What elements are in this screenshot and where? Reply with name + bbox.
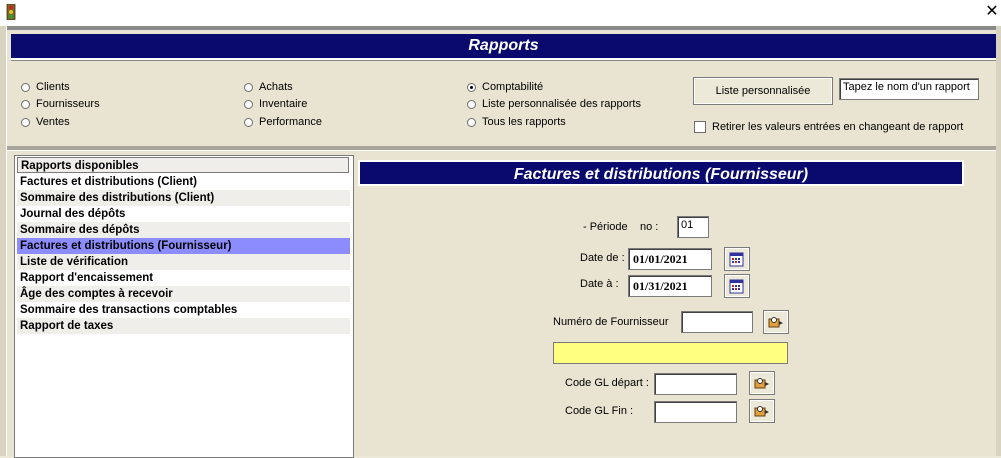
- date-from-input[interactable]: 01/01/2021: [628, 248, 712, 270]
- calendar-icon: [729, 252, 744, 267]
- radio-indicator: [467, 117, 476, 127]
- page-title: Rapports: [11, 34, 996, 60]
- custom-list-button[interactable]: Liste personnalisée: [693, 77, 833, 105]
- list-item-selected[interactable]: Factures et distributions (Fournisseur): [17, 238, 350, 254]
- report-name-input[interactable]: Tapez le nom d'un rapport: [839, 78, 979, 100]
- period-no-label: no :: [640, 221, 659, 233]
- traffic-light-icon: [6, 3, 16, 21]
- radio-performance[interactable]: Performance: [244, 115, 322, 129]
- radio-indicator-selected: [467, 82, 476, 92]
- radio-indicator: [21, 82, 30, 92]
- frame-left-border: [0, 26, 7, 456]
- report-title: Factures et distributions (Fournisseur): [358, 160, 964, 186]
- title-bar: [0, 0, 1001, 26]
- radio-comptabilite[interactable]: Comptabilité: [467, 80, 543, 94]
- date-to-input[interactable]: 01/31/2021: [628, 275, 712, 297]
- list-item[interactable]: Rapport de taxes: [17, 318, 350, 334]
- radio-inventaire[interactable]: Inventaire: [244, 97, 307, 111]
- radio-achats[interactable]: Achats: [244, 80, 293, 94]
- list-item[interactable]: Sommaire des dépôts: [17, 222, 350, 238]
- radio-ventes[interactable]: Ventes: [21, 115, 70, 129]
- lookup-icon: [754, 378, 769, 389]
- frame-top-border: [0, 26, 1001, 30]
- supplier-lookup-button[interactable]: [763, 310, 789, 334]
- checkbox-label: Retirer les valeurs entrées en changeant…: [712, 121, 964, 133]
- gl-end-input[interactable]: [654, 401, 737, 423]
- date-to-calendar-button[interactable]: [724, 274, 750, 298]
- calendar-icon: [729, 279, 744, 294]
- lookup-icon: [754, 406, 769, 417]
- gl-start-label: Code GL départ :: [565, 377, 649, 389]
- radio-indicator: [244, 99, 253, 109]
- radio-fournisseurs[interactable]: Fournisseurs: [21, 97, 100, 111]
- frame-right-border: [996, 26, 1001, 456]
- close-icon[interactable]: ✕: [983, 2, 1001, 20]
- radio-indicator: [467, 99, 476, 109]
- radio-indicator: [244, 117, 253, 127]
- clear-values-checkbox[interactable]: Retirer les valeurs entrées en changeant…: [694, 121, 963, 133]
- list-item[interactable]: Factures et distributions (Client): [17, 174, 350, 190]
- period-label: - Période: [583, 221, 628, 233]
- gl-end-lookup-button[interactable]: [749, 399, 775, 423]
- supplier-label: Numéro de Fournisseur: [553, 316, 669, 328]
- gl-start-input[interactable]: [654, 373, 737, 395]
- date-from-label: Date de :: [580, 252, 625, 264]
- list-item[interactable]: Rapport d'encaissement: [17, 270, 350, 286]
- lookup-icon: [768, 317, 783, 328]
- radio-indicator: [21, 117, 30, 127]
- list-item[interactable]: Sommaire des distributions (Client): [17, 190, 350, 206]
- radio-indicator: [21, 99, 30, 109]
- list-item[interactable]: Âge des comptes à recevoir: [17, 286, 350, 302]
- section-separator: [7, 146, 996, 151]
- supplier-name-display: [553, 342, 788, 364]
- supplier-input[interactable]: [681, 311, 753, 333]
- list-item[interactable]: Liste de vérification: [17, 254, 350, 270]
- date-to-label: Date à :: [580, 278, 619, 290]
- checkbox-box: [694, 121, 706, 133]
- date-from-calendar-button[interactable]: [724, 247, 750, 271]
- gl-start-lookup-button[interactable]: [749, 371, 775, 395]
- radio-tous-les-rapports[interactable]: Tous les rapports: [467, 115, 566, 129]
- list-item[interactable]: Sommaire des transactions comptables: [17, 302, 350, 318]
- gl-end-label: Code GL Fin :: [565, 405, 634, 417]
- report-list-header: Rapports disponibles: [17, 157, 349, 173]
- period-input[interactable]: 01: [677, 216, 709, 238]
- radio-indicator: [244, 82, 253, 92]
- radio-clients[interactable]: Clients: [21, 80, 70, 94]
- radio-liste-personnalisee[interactable]: Liste personnalisée des rapports: [467, 97, 641, 111]
- list-item[interactable]: Journal des dépôts: [17, 206, 350, 222]
